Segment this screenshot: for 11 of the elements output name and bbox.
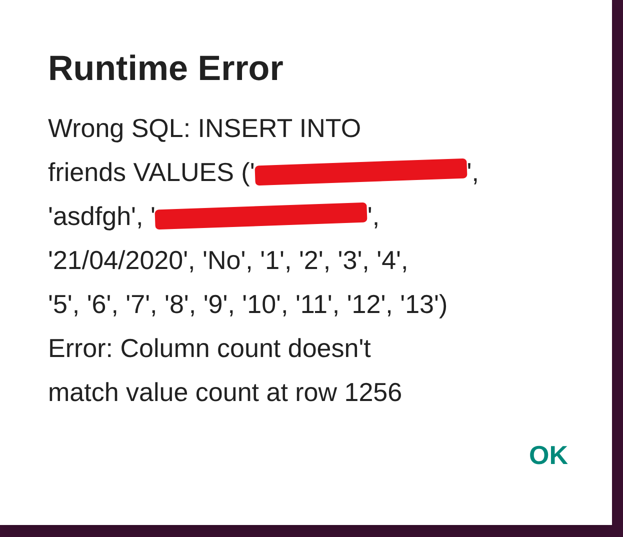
message-text: Wrong SQL: INSERT INTO	[48, 112, 362, 145]
message-text: ',	[367, 200, 380, 233]
message-text: friends VALUES ('	[48, 156, 255, 189]
dialog-title: Runtime Error	[48, 48, 284, 90]
message-text: 'asdfgh', '	[48, 200, 156, 233]
message-text: '21/04/2020', 'No', '1', '2', '3', '4',	[48, 244, 408, 277]
message-text: match value count at row 1256	[48, 376, 402, 409]
message-text: ',	[466, 156, 479, 189]
message-text: '5', '6', '7', '8', '9', '10', '11', '12', '13')	[48, 288, 448, 321]
message-text: Error: Column count doesn't	[48, 332, 371, 365]
ok-button[interactable]: OK	[515, 428, 582, 483]
